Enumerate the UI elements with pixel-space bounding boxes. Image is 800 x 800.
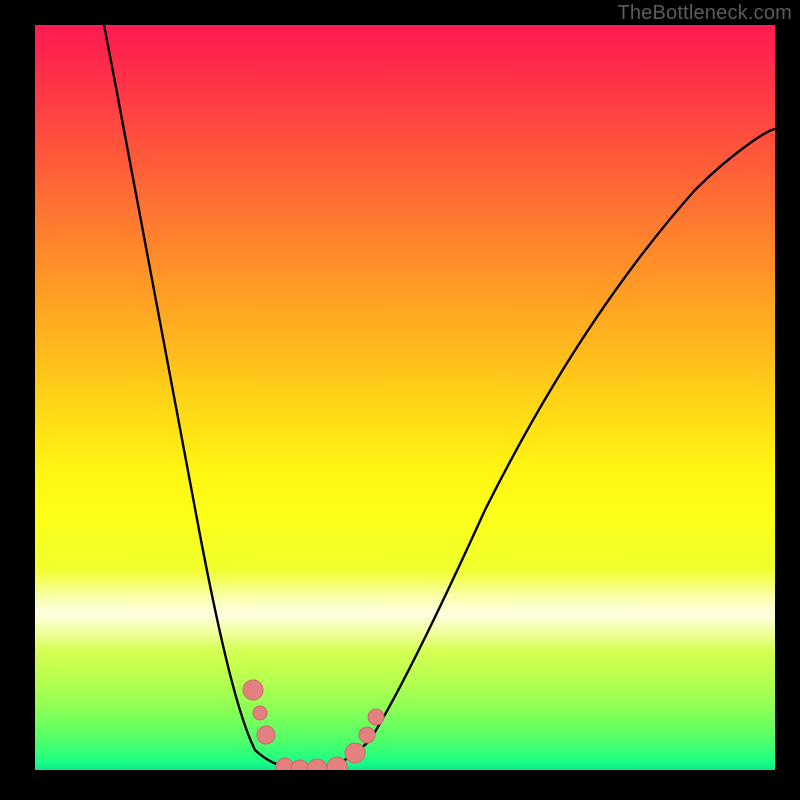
marker <box>359 727 375 743</box>
marker <box>327 757 347 770</box>
left-curve <box>104 25 315 768</box>
marker <box>368 709 384 725</box>
attribution-text: TheBottleneck.com <box>617 2 792 25</box>
marker <box>345 743 365 763</box>
chart-frame: TheBottleneck.com <box>0 0 800 800</box>
marker <box>307 759 327 770</box>
marker <box>253 706 267 720</box>
marker <box>243 680 263 700</box>
right-curve <box>315 129 775 768</box>
plot-area <box>35 25 775 770</box>
marker <box>291 760 309 770</box>
chart-svg <box>35 25 775 770</box>
marker <box>257 726 275 744</box>
